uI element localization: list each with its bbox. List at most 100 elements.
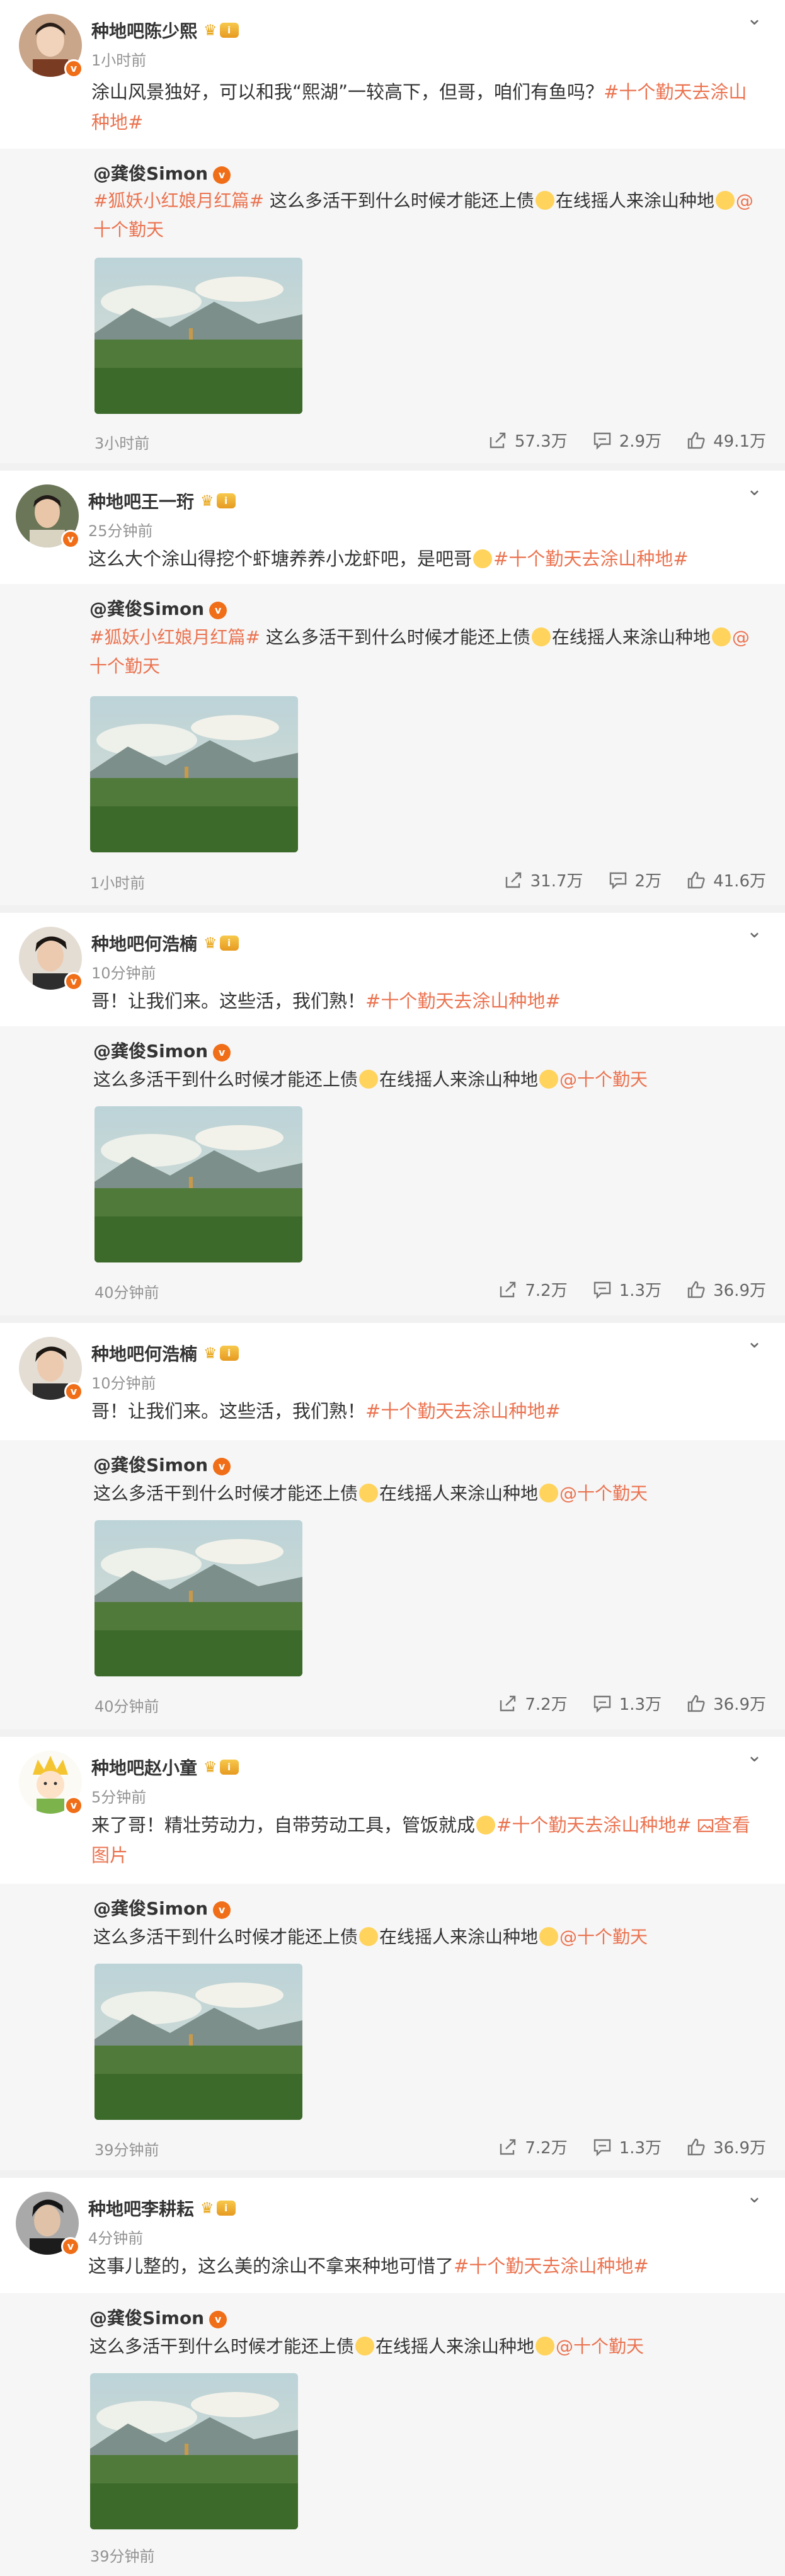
repost-text: 这么多活干到什么时候才能还上债 在线摇人来涂山种地 @十个勤天 [93,1483,648,1504]
post-separator [0,905,785,913]
post-time: 4分钟前 [88,2230,144,2247]
hashtag-link[interactable]: #狐妖小红娘月红篇# [93,190,264,211]
hashtag-link[interactable]: #十个勤天去涂山种地# [454,2255,649,2277]
mention-link[interactable]: @十个勤天 [559,1926,648,1947]
hashtag-link[interactable]: #十个勤天去涂山种地# [365,990,561,1012]
post-separator [0,1729,785,1737]
share-icon [500,1281,516,1297]
like-button[interactable]: 36.9万 [687,1278,766,1301]
repost-text: 这么多活干到什么时候才能还上债 在线摇人来涂山种地 @十个勤天 [93,1926,648,1947]
hashtag-link[interactable]: #狐妖小红娘月红篇# [89,627,260,648]
post-image[interactable] [90,2373,298,2529]
chevron-down-icon[interactable]: ⌄ [747,920,762,942]
repost-author[interactable]: @龚俊Simon v [89,595,227,621]
crown-icon: ♛ [203,21,217,39]
verified-icon: v [209,2311,227,2328]
share-button[interactable]: 7.2万 [498,2135,568,2158]
weibo-post: v 种地吧赵小童 ♛ i 5分钟前 ⌄ 来了哥！精壮劳动力，自带劳动工具，管饭就… [0,1737,785,2170]
comment-button[interactable]: 2.9万 [593,428,662,452]
repost-card[interactable]: @龚俊Simon v 这么多活干到什么时候才能还上债 在线摇人来涂山种地 @十个勤天 … [0,1026,785,1315]
crying-emoji-icon [531,627,551,646]
verified-icon: v [213,1458,231,1475]
author-name[interactable]: 种地吧何浩楠 [91,930,197,956]
author-name[interactable]: 种地吧赵小童 [91,1755,197,1780]
comment-button[interactable]: 1.3万 [593,1278,662,1301]
comment-icon [593,1695,610,1713]
repost-card[interactable]: @龚俊Simon v 这么多活干到什么时候才能还上债 在线摇人来涂山种地 @十个勤天 … [0,2293,785,2576]
post-separator [0,2170,785,2178]
repost-author[interactable]: @龚俊Simon v [93,1895,231,1920]
action-bar: 7.2万 1.3万 36.9万 [473,1278,766,1301]
like-icon [687,871,705,888]
repost-text: #狐妖小红娘月红篇# 这么多活干到什么时候才能还上债 在线摇人来涂山种地 @十个勤天 [93,190,753,240]
crown-icon: ♛ [200,2199,214,2217]
like-button[interactable]: 41.6万 [687,868,766,891]
chevron-down-icon[interactable]: ⌄ [747,8,762,30]
level-badge-icon: i [219,1346,239,1361]
share-icon [500,1695,516,1711]
author-name[interactable]: 种地吧李耕耘 [88,2195,194,2221]
post-separator [0,1315,785,1323]
like-button[interactable]: 36.9万 [687,1692,766,1715]
share-icon [505,872,521,888]
comment-button[interactable]: 1.3万 [593,2135,662,2158]
comment-button[interactable]: 2万 [609,868,662,891]
repost-author[interactable]: @龚俊Simon v [93,1451,231,1477]
like-icon [687,1281,705,1298]
hashtag-link[interactable]: #十个勤天去涂山种地# [493,548,689,570]
repost-author[interactable]: @龚俊Simon v [93,1038,231,1063]
author-name[interactable]: 种地吧王一珩 [88,488,194,513]
post-image[interactable] [95,1520,302,1676]
post-image[interactable] [95,1106,302,1262]
crown-icon: ♛ [200,492,214,510]
author-name[interactable]: 种地吧何浩楠 [91,1341,197,1366]
like-button[interactable]: 49.1万 [687,428,766,452]
like-button[interactable]: 36.9万 [687,2135,766,2158]
post-time: 10分钟前 [91,1375,156,1392]
chevron-down-icon[interactable]: ⌄ [747,1744,762,1766]
action-bar: 7.2万 1.3万 36.9万 [473,1692,766,1715]
weibo-post: v 种地吧何浩楠 ♛ i 10分钟前 ⌄ 哥！让我们来。这些活，我们熟！#十个勤… [0,1323,785,1729]
post-text: 这么大个涂山得挖个虾塘养养小龙虾吧，是吧哥 #十个勤天去涂山种地# [88,548,689,570]
hashtag-link[interactable]: #十个勤天去涂山种地# [496,1814,692,1836]
crown-icon: ♛ [203,1344,217,1362]
post-image[interactable] [95,1964,302,2120]
chevron-down-icon[interactable]: ⌄ [747,1331,762,1353]
comment-button[interactable]: 1.3万 [593,1692,662,1715]
repost-author[interactable]: @龚俊Simon v [89,2304,227,2330]
share-button[interactable]: 7.2万 [498,1692,568,1715]
comment-icon [593,2139,610,2156]
post-time: 10分钟前 [91,965,156,982]
post-time: 5分钟前 [91,1789,147,1806]
repost-card[interactable]: @龚俊Simon v #狐妖小红娘月红篇# 这么多活干到什么时候才能还上债 在线摇人… [0,149,785,463]
repost-author[interactable]: @龚俊Simon v [93,160,231,185]
repost-card[interactable]: @龚俊Simon v #狐妖小红娘月红篇# 这么多活干到什么时候才能还上债 在线摇人… [0,584,785,905]
post-image[interactable] [95,258,302,414]
repost-card[interactable]: @龚俊Simon v 这么多活干到什么时候才能还上债 在线摇人来涂山种地 @十个勤天 … [0,1440,785,1729]
crown-icon: ♛ [203,1758,217,1776]
hashtag-link[interactable]: #十个勤天去涂山种地# [365,1400,561,1422]
like-icon [687,1695,705,1712]
waving-emoji-icon [539,1070,559,1089]
action-bar: 7.2万 1.3万 36.9万 [473,2135,766,2158]
repost-card[interactable]: @龚俊Simon v 这么多活干到什么时候才能还上债 在线摇人来涂山种地 @十个勤天 … [0,1884,785,2170]
share-button[interactable]: 7.2万 [498,1278,568,1301]
level-badge-icon: i [219,1760,239,1775]
action-bar: 31.7万 2万 41.6万 [479,868,766,891]
share-button[interactable]: 57.3万 [488,428,568,452]
waving-emoji-icon [536,2337,555,2356]
author-name[interactable]: 种地吧陈少熙 [91,18,197,43]
post-separator [0,463,785,471]
post-text: 这事儿整的，这么美的涂山不拿来种地可惜了#十个勤天去涂山种地# [88,2255,649,2277]
mention-link[interactable]: @十个勤天 [559,1069,648,1090]
verified-icon: v [61,2237,80,2256]
chevron-down-icon[interactable]: ⌄ [747,2185,762,2207]
crying-emoji-icon [359,1070,379,1089]
chevron-down-icon[interactable]: ⌄ [747,478,762,500]
mention-link[interactable]: @十个勤天 [559,1483,648,1504]
weibo-post: v 种地吧陈少熙 ♛ i 1小时前 ⌄ 涂山风景独好，可以和我“熙湖”一较高下，… [0,0,785,463]
repost-time: 39分钟前 [90,2548,155,2565]
post-image[interactable] [90,696,298,852]
share-button[interactable]: 31.7万 [504,868,583,891]
mention-link[interactable]: @十个勤天 [556,2336,644,2357]
